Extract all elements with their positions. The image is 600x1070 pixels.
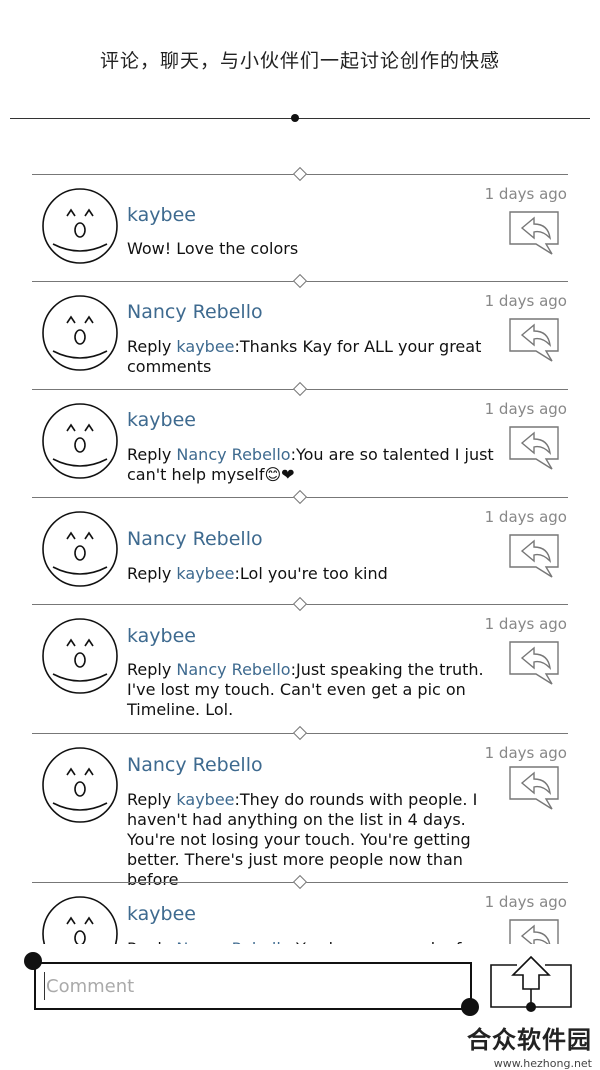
surprised-face-avatar-icon[interactable] [40,293,120,373]
comment-timestamp: 1 days ago [484,744,567,762]
reply-mention[interactable]: kaybee [176,337,234,356]
reply-prefix: Reply [127,445,177,464]
comment-item[interactable]: kaybee Reply Nancy Rebello:Just speaking … [0,596,600,725]
comment-author[interactable]: Nancy Rebello [127,754,263,776]
reply-arrow-bubble-icon[interactable] [506,918,562,944]
comment-box-corner-dot [461,998,479,1016]
comment-author[interactable]: kaybee [127,903,196,925]
reply-prefix: Reply [127,337,177,356]
reply-mention[interactable]: kaybee [176,790,234,809]
reply-mention[interactable]: Nancy Rebello [176,660,290,679]
separator-diamond-icon [292,596,308,612]
comment-text: Reply kaybee:Thanks Kay for ALL your gre… [127,337,507,377]
surprised-face-avatar-icon[interactable] [40,894,120,944]
surprised-face-avatar-icon[interactable] [40,745,120,825]
comment-timestamp: 1 days ago [484,292,567,310]
comment-item[interactable]: kaybeeReply Nancy Rebello:You have so mu… [0,874,600,944]
header-divider-dot [291,114,299,122]
surprised-face-avatar-icon[interactable] [40,509,120,589]
comment-message: Wow! Love the colors [127,239,299,258]
reply-prefix: Reply [127,790,177,809]
text-cursor [44,972,45,1000]
comment-text: Wow! Love the colors [127,239,507,259]
separator-diamond-icon [292,273,308,289]
reply-arrow-bubble-icon[interactable] [506,640,562,686]
comment-item[interactable]: Nancy Rebello Reply kaybee:They do rounds… [0,725,600,889]
comment-timestamp: 1 days ago [484,893,567,911]
surprised-face-avatar-icon[interactable] [40,186,120,266]
comment-message: :Lol you're too kind [234,564,388,583]
surprised-face-avatar-icon[interactable] [40,616,120,696]
comment-text: Reply Nancy Rebello:You are so talented … [127,445,507,485]
comment-timestamp: 1 days ago [484,400,567,418]
comment-item[interactable]: kaybee Wow! Love the colors 1 days ago [0,166,600,273]
comment-author[interactable]: Nancy Rebello [127,301,263,323]
surprised-face-avatar-icon[interactable] [40,401,120,481]
reply-arrow-bubble-icon[interactable] [506,317,562,363]
reply-mention[interactable]: Nancy Rebello [176,445,290,464]
comment-item[interactable]: Nancy Rebello Reply kaybee:Thanks Kay for… [0,273,600,381]
reply-arrow-bubble-icon[interactable] [506,765,562,811]
upload-arrow-icon [490,955,572,1008]
comment-author[interactable]: Nancy Rebello [127,528,263,550]
comment-item[interactable]: kaybee Reply Nancy Rebello:You are so tal… [0,381,600,489]
comment-box[interactable] [34,962,472,1010]
comment-item[interactable]: Nancy Rebello Reply kaybee:Lol you're too… [0,489,600,596]
watermark: 合众软件园 www.hezhong.net [462,1020,592,1070]
page-caption: 评论，聊天，与小伙伴们一起讨论创作的快感 [99,50,500,72]
reply-mention[interactable]: kaybee [176,564,234,583]
comment-timestamp: 1 days ago [484,508,567,526]
comment-timestamp: 1 days ago [484,185,567,203]
comment-author[interactable]: kaybee [127,409,196,431]
separator-diamond-icon [292,874,308,890]
separator-diamond-icon [292,489,308,505]
comment-timestamp: 1 days ago [484,615,567,633]
reply-prefix: Reply [127,660,177,679]
comment-input[interactable] [44,968,448,1004]
separator-diamond-icon [292,166,308,182]
watermark-url: www.hezhong.net [493,1057,592,1070]
reply-prefix: Reply [127,564,177,583]
reply-arrow-bubble-icon[interactable] [506,210,562,256]
separator-diamond-icon [292,381,308,397]
comment-author[interactable]: kaybee [127,204,196,226]
separator-diamond-icon [292,725,308,741]
send-button[interactable] [489,955,573,1017]
comment-author[interactable]: kaybee [127,625,196,647]
header-divider [10,118,590,119]
watermark-title: 合众软件园 [467,1026,592,1054]
reply-arrow-bubble-icon[interactable] [506,425,562,471]
reply-arrow-bubble-icon[interactable] [506,533,562,579]
comment-list[interactable]: kaybee Wow! Love the colors 1 days ago Nan… [0,166,600,944]
comment-text: Reply Nancy Rebello:Just speaking the tr… [127,660,507,720]
comment-box-corner-dot [24,952,42,970]
comment-text: Reply kaybee:Lol you're too kind [127,564,507,584]
